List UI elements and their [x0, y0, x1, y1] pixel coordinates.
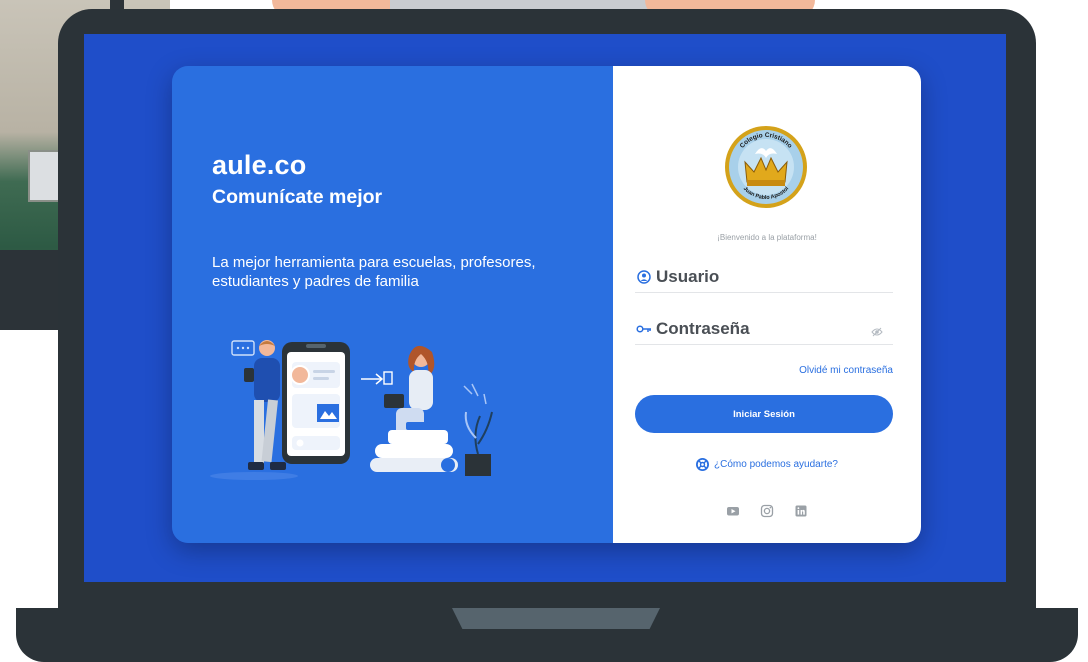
- brand-tagline: Comunícate mejor: [212, 186, 383, 208]
- password-label: Contraseña: [656, 319, 750, 338]
- school-crest-logo: Colegio Cristiano Juan Pablo Apostol: [725, 126, 807, 208]
- username-label: Usuario: [656, 267, 720, 286]
- user-icon: [635, 268, 653, 286]
- show-password-eye-icon[interactable]: [871, 322, 883, 341]
- login-form-panel: Colegio Cristiano Juan Pablo Apostol ¡Bi…: [613, 66, 921, 543]
- key-icon: [635, 320, 653, 338]
- password-field[interactable]: Contraseña: [635, 314, 893, 345]
- forgot-password-link[interactable]: Olvidé mi contraseña: [799, 365, 893, 376]
- login-button[interactable]: Iniciar Sesión: [635, 395, 893, 433]
- login-card: aule.co Comunícate mejor La mejor herram…: [172, 66, 921, 543]
- help-link-label: ¿Cómo podemos ayudarte?: [714, 459, 838, 470]
- welcome-text: ¡Bienvenido a la plataforma!: [717, 233, 817, 242]
- social-links: [613, 504, 921, 518]
- linkedin-icon[interactable]: [794, 504, 808, 518]
- brand-name: aule.co: [212, 150, 307, 180]
- promo-panel: aule.co Comunícate mejor La mejor herram…: [172, 66, 613, 543]
- help-link[interactable]: ¿Cómo podemos ayudarte?: [613, 458, 921, 471]
- promo-description: La mejor herramienta para escuelas, prof…: [212, 254, 536, 290]
- instagram-icon[interactable]: [760, 504, 774, 518]
- laptop-notch: [452, 608, 660, 629]
- username-field[interactable]: Usuario: [635, 262, 893, 293]
- lifebuoy-icon: [696, 458, 710, 471]
- people-phone-illustration: [210, 340, 493, 480]
- youtube-icon[interactable]: [726, 504, 740, 518]
